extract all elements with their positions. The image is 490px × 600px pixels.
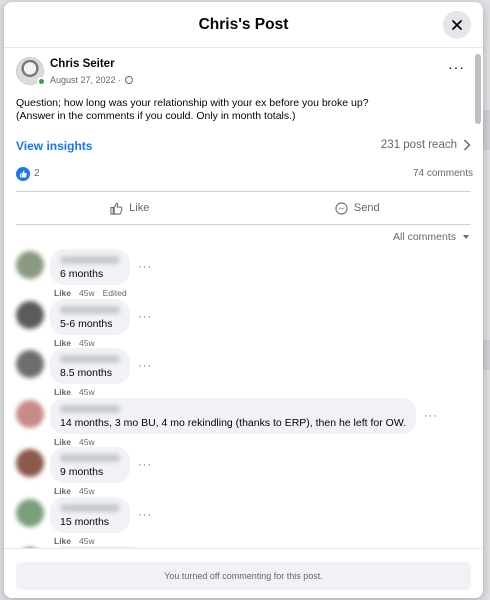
send-label: Send <box>353 202 380 214</box>
comment-options-button[interactable]: ··· <box>138 360 152 372</box>
comment-meta: Like 45w <box>54 338 95 348</box>
post-scroll-area[interactable]: Chris Seiter August 27, 2022 · ··· Quest… <box>4 49 483 548</box>
commenter-name-redacted[interactable] <box>60 355 120 363</box>
comment-meta: Like 45w Edited <box>54 288 127 298</box>
close-button[interactable] <box>443 11 471 39</box>
comment-text: 9 months <box>60 466 104 478</box>
post-actions: Like Send <box>16 191 471 225</box>
thumbs-up-icon <box>110 202 123 215</box>
comment-timestamp[interactable]: 45w <box>79 437 95 447</box>
comment-edited-label[interactable]: Edited <box>103 288 127 298</box>
send-button[interactable]: Send <box>244 192 472 224</box>
close-icon <box>452 20 462 30</box>
comment-timestamp[interactable]: 45w <box>79 536 95 546</box>
comment-options-button[interactable]: ··· <box>138 311 152 323</box>
comment-bubble: 5-6 months <box>50 298 130 335</box>
comment-meta: Like 45w <box>54 387 95 397</box>
comment-timestamp[interactable]: 45w <box>79 387 95 397</box>
commenter-name-redacted[interactable] <box>60 454 120 462</box>
comments-sort-dropdown[interactable]: All comments <box>393 231 469 243</box>
comment-bubble: 6 months <box>50 249 130 285</box>
dialog-title: Chris's Post <box>198 15 289 33</box>
post-body: Question; how long was your relationship… <box>16 97 471 123</box>
dialog-header: Chris's Post <box>4 2 483 48</box>
comment-item: 14 months, 3 mo BU, 4 mo rekindling (tha… <box>16 397 483 448</box>
comment-text: 5-6 months <box>60 317 113 330</box>
commenter-name-redacted[interactable] <box>60 503 120 512</box>
comment-meta: Like 45w <box>54 437 95 447</box>
post-text-line: (Answer in the comments if you could. On… <box>16 110 296 122</box>
comment-timestamp[interactable]: 45w <box>79 288 95 298</box>
commenter-name-redacted[interactable] <box>60 305 120 314</box>
comment-bubble: 8.5 months <box>50 348 130 384</box>
comment-options-button[interactable]: ··· <box>138 509 152 521</box>
view-insights-link[interactable]: View insights <box>16 139 92 153</box>
comment-like-link[interactable]: Like <box>54 288 71 298</box>
insights-row: View insights 231 post reach <box>4 133 483 161</box>
post-dialog: Chris's Post Chris Seiter August 27, 202… <box>4 2 483 598</box>
comment-meta: Like 45w <box>54 536 95 546</box>
commenter-avatar[interactable] <box>16 300 44 329</box>
comment-item: 8.5 months ··· Like 45w <box>16 348 483 398</box>
comment-meta: Like 45w <box>54 486 95 496</box>
commenter-avatar[interactable] <box>16 350 44 378</box>
caret-down-icon <box>463 235 469 239</box>
comment-bubble: 9 months <box>50 447 130 483</box>
footer-bar: You turned off commenting for this post. <box>4 548 483 598</box>
like-reaction-icon[interactable] <box>16 167 30 181</box>
like-button[interactable]: Like <box>16 192 244 224</box>
author-name[interactable]: Chris Seiter <box>50 58 115 70</box>
messenger-icon <box>335 201 348 215</box>
commenter-name-redacted[interactable] <box>60 256 120 264</box>
commenting-disabled-notice: You turned off commenting for this post. <box>16 562 471 590</box>
comments-sort-row: All comments <box>4 227 483 249</box>
globe-icon <box>125 76 134 84</box>
comment-text: 8.5 months <box>60 367 112 379</box>
comment-item: 6 months ··· Like 45w Edited <box>16 249 483 299</box>
commenter-avatar[interactable] <box>16 449 44 477</box>
online-status-icon <box>37 77 46 86</box>
comment-like-link[interactable]: Like <box>54 338 71 348</box>
comment-item: 15 months ··· Like 45w <box>16 496 483 547</box>
comment-list: 6 months ··· Like 45w Edited 5-6 months ··· Lik… <box>4 249 483 548</box>
chevron-right-icon[interactable] <box>463 139 471 154</box>
sort-label: All comments <box>392 231 456 243</box>
comment-count[interactable]: 74 comments <box>413 168 473 179</box>
reaction-stats: 2 74 comments <box>4 163 483 187</box>
comment-item: 5-6 months ··· Like 45w <box>16 298 483 349</box>
author-avatar[interactable] <box>16 57 46 86</box>
comment-like-link[interactable]: Like <box>54 536 71 546</box>
comment-options-button[interactable]: ··· <box>138 459 152 471</box>
post-text-line: Question; how long was your relationship… <box>16 97 369 109</box>
comment-like-link[interactable]: Like <box>54 387 71 397</box>
post-date[interactable]: August 27, 2022 · <box>50 75 121 85</box>
comment-timestamp[interactable]: 45w <box>79 338 95 348</box>
comment-options-button[interactable]: ··· <box>424 410 438 422</box>
comment-like-link[interactable]: Like <box>54 437 71 447</box>
post-meta: August 27, 2022 · <box>50 75 134 85</box>
commenter-name-redacted[interactable] <box>60 404 120 413</box>
comment-bubble: 14 months, 3 mo BU, 4 mo rekindling (tha… <box>50 397 417 434</box>
comment-bubble: 15 months <box>50 496 130 533</box>
reaction-count[interactable]: 2 <box>34 168 40 179</box>
like-label: Like <box>129 202 150 214</box>
comment-like-link[interactable]: Like <box>54 486 71 496</box>
comment-timestamp[interactable]: 45w <box>79 486 95 496</box>
comment-options-button[interactable]: ··· <box>138 261 152 273</box>
comment-text: 15 months <box>60 515 110 528</box>
post-options-button[interactable]: ··· <box>448 60 465 74</box>
commenter-avatar[interactable] <box>16 399 44 428</box>
post-header: Chris Seiter August 27, 2022 · ··· <box>4 55 483 93</box>
comment-text: 14 months, 3 mo BU, 4 mo rekindling (tha… <box>60 416 407 429</box>
commenter-avatar[interactable] <box>16 251 44 279</box>
comment-text: 6 months <box>60 268 104 280</box>
commenter-avatar[interactable] <box>16 498 44 527</box>
comment-item: 9 months ··· Like 45w <box>16 447 483 497</box>
post-reach[interactable]: 231 post reach <box>381 139 457 151</box>
